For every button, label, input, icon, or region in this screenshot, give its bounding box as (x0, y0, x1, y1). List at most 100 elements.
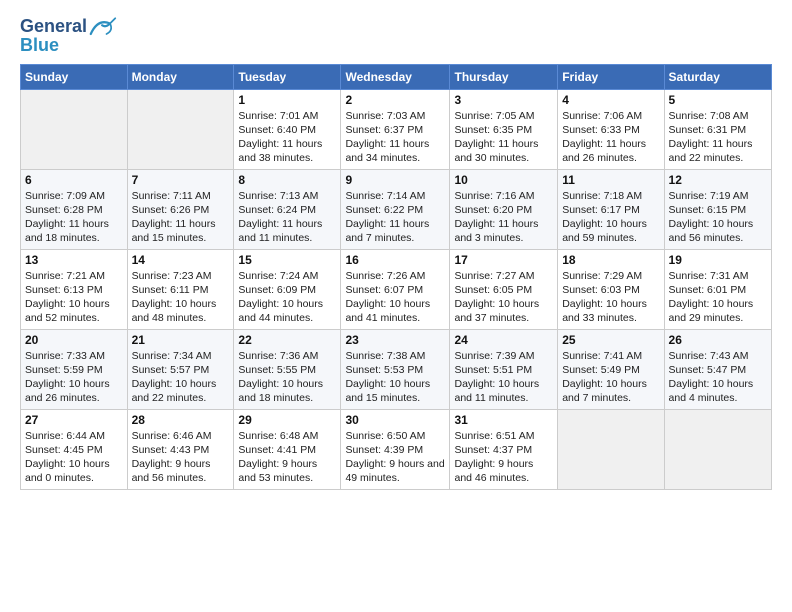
calendar-cell: 7 Sunrise: 7:11 AM Sunset: 6:26 PM Daylig… (127, 169, 234, 249)
day-info: Sunrise: 7:09 AM Sunset: 6:28 PM Dayligh… (25, 189, 123, 246)
day-number: 13 (25, 253, 123, 267)
calendar-cell: 28Sunrise: 6:46 AM Sunset: 4:43 PM Dayli… (127, 409, 234, 489)
calendar-cell: 25Sunrise: 7:41 AM Sunset: 5:49 PM Dayli… (558, 329, 664, 409)
day-number: 19 (669, 253, 767, 267)
day-number: 15 (238, 253, 336, 267)
calendar-cell: 4 Sunrise: 7:06 AM Sunset: 6:33 PM Daylig… (558, 89, 664, 169)
day-info: Sunrise: 7:33 AM Sunset: 5:59 PM Dayligh… (25, 349, 123, 406)
calendar-day-header: Friday (558, 64, 664, 89)
day-info: Sunrise: 7:13 AM Sunset: 6:24 PM Dayligh… (238, 189, 336, 246)
day-number: 22 (238, 333, 336, 347)
day-info: Sunrise: 7:36 AM Sunset: 5:55 PM Dayligh… (238, 349, 336, 406)
day-info: Sunrise: 6:46 AM Sunset: 4:43 PM Dayligh… (132, 429, 230, 486)
day-number: 30 (345, 413, 445, 427)
page: General Blue SundayMondayTuesdayWednesda… (0, 0, 792, 500)
day-number: 27 (25, 413, 123, 427)
calendar-cell: 3 Sunrise: 7:05 AM Sunset: 6:35 PM Daylig… (450, 89, 558, 169)
day-info: Sunrise: 7:38 AM Sunset: 5:53 PM Dayligh… (345, 349, 445, 406)
logo-bird-icon (89, 16, 117, 38)
calendar-cell: 2 Sunrise: 7:03 AM Sunset: 6:37 PM Daylig… (341, 89, 450, 169)
calendar-cell: 17Sunrise: 7:27 AM Sunset: 6:05 PM Dayli… (450, 249, 558, 329)
day-number: 20 (25, 333, 123, 347)
day-info: Sunrise: 7:01 AM Sunset: 6:40 PM Dayligh… (238, 109, 336, 166)
calendar-cell: 23 Sunrise: 7:38 AM Sunset: 5:53 PM Dayli… (341, 329, 450, 409)
calendar-cell: 22 Sunrise: 7:36 AM Sunset: 5:55 PM Dayli… (234, 329, 341, 409)
day-info: Sunrise: 7:03 AM Sunset: 6:37 PM Dayligh… (345, 109, 445, 166)
logo-general: General (20, 17, 87, 37)
day-info: Sunrise: 7:31 AM Sunset: 6:01 PM Dayligh… (669, 269, 767, 326)
day-number: 8 (238, 173, 336, 187)
calendar-week-row: 1 Sunrise: 7:01 AM Sunset: 6:40 PM Daylig… (21, 89, 772, 169)
day-info: Sunrise: 7:18 AM Sunset: 6:17 PM Dayligh… (562, 189, 659, 246)
day-info: Sunrise: 6:50 AM Sunset: 4:39 PM Dayligh… (345, 429, 445, 486)
calendar-day-header: Monday (127, 64, 234, 89)
calendar-cell: 26Sunrise: 7:43 AM Sunset: 5:47 PM Dayli… (664, 329, 771, 409)
day-info: Sunrise: 7:24 AM Sunset: 6:09 PM Dayligh… (238, 269, 336, 326)
day-info: Sunrise: 7:39 AM Sunset: 5:51 PM Dayligh… (454, 349, 553, 406)
calendar-cell: 5Sunrise: 7:08 AM Sunset: 6:31 PM Daylig… (664, 89, 771, 169)
logo: General Blue (20, 16, 117, 56)
day-number: 11 (562, 173, 659, 187)
calendar-cell: 13 Sunrise: 7:21 AM Sunset: 6:13 PM Dayli… (21, 249, 128, 329)
calendar-cell: 9Sunrise: 7:14 AM Sunset: 6:22 PM Daylig… (341, 169, 450, 249)
calendar-cell: 21 Sunrise: 7:34 AM Sunset: 5:57 PM Dayli… (127, 329, 234, 409)
day-info: Sunrise: 7:29 AM Sunset: 6:03 PM Dayligh… (562, 269, 659, 326)
day-info: Sunrise: 7:06 AM Sunset: 6:33 PM Dayligh… (562, 109, 659, 166)
day-number: 18 (562, 253, 659, 267)
calendar-day-header: Thursday (450, 64, 558, 89)
calendar-cell: 10 Sunrise: 7:16 AM Sunset: 6:20 PM Dayli… (450, 169, 558, 249)
day-number: 24 (454, 333, 553, 347)
day-number: 14 (132, 253, 230, 267)
calendar-cell: 24 Sunrise: 7:39 AM Sunset: 5:51 PM Dayli… (450, 329, 558, 409)
day-number: 12 (669, 173, 767, 187)
day-info: Sunrise: 7:26 AM Sunset: 6:07 PM Dayligh… (345, 269, 445, 326)
day-number: 4 (562, 93, 659, 107)
day-info: Sunrise: 6:44 AM Sunset: 4:45 PM Dayligh… (25, 429, 123, 486)
calendar-day-header: Wednesday (341, 64, 450, 89)
calendar-cell (21, 89, 128, 169)
day-number: 10 (454, 173, 553, 187)
calendar-cell: 14Sunrise: 7:23 AM Sunset: 6:11 PM Dayli… (127, 249, 234, 329)
day-info: Sunrise: 7:19 AM Sunset: 6:15 PM Dayligh… (669, 189, 767, 246)
calendar-cell: 6Sunrise: 7:09 AM Sunset: 6:28 PM Daylig… (21, 169, 128, 249)
calendar-week-row: 27 Sunrise: 6:44 AM Sunset: 4:45 PM Dayli… (21, 409, 772, 489)
day-number: 1 (238, 93, 336, 107)
header: General Blue (20, 16, 772, 56)
day-info: Sunrise: 7:21 AM Sunset: 6:13 PM Dayligh… (25, 269, 123, 326)
logo-blue: Blue (20, 36, 59, 56)
day-number: 31 (454, 413, 553, 427)
day-number: 3 (454, 93, 553, 107)
calendar-cell: 19 Sunrise: 7:31 AM Sunset: 6:01 PM Dayli… (664, 249, 771, 329)
day-number: 21 (132, 333, 230, 347)
calendar-day-header: Saturday (664, 64, 771, 89)
day-info: Sunrise: 7:16 AM Sunset: 6:20 PM Dayligh… (454, 189, 553, 246)
calendar-cell (558, 409, 664, 489)
calendar-cell: 16Sunrise: 7:26 AM Sunset: 6:07 PM Dayli… (341, 249, 450, 329)
day-info: Sunrise: 7:05 AM Sunset: 6:35 PM Dayligh… (454, 109, 553, 166)
calendar-cell: 31 Sunrise: 6:51 AM Sunset: 4:37 PM Dayli… (450, 409, 558, 489)
calendar-cell: 12 Sunrise: 7:19 AM Sunset: 6:15 PM Dayli… (664, 169, 771, 249)
day-number: 2 (345, 93, 445, 107)
day-number: 7 (132, 173, 230, 187)
calendar-week-row: 6Sunrise: 7:09 AM Sunset: 6:28 PM Daylig… (21, 169, 772, 249)
calendar-cell: 11 Sunrise: 7:18 AM Sunset: 6:17 PM Dayli… (558, 169, 664, 249)
day-info: Sunrise: 7:11 AM Sunset: 6:26 PM Dayligh… (132, 189, 230, 246)
calendar-cell (664, 409, 771, 489)
calendar-cell: 15 Sunrise: 7:24 AM Sunset: 6:09 PM Dayli… (234, 249, 341, 329)
day-number: 23 (345, 333, 445, 347)
calendar-table: SundayMondayTuesdayWednesdayThursdayFrid… (20, 64, 772, 490)
calendar-cell (127, 89, 234, 169)
calendar-cell: 1 Sunrise: 7:01 AM Sunset: 6:40 PM Daylig… (234, 89, 341, 169)
day-info: Sunrise: 7:08 AM Sunset: 6:31 PM Dayligh… (669, 109, 767, 166)
calendar-cell: 27 Sunrise: 6:44 AM Sunset: 4:45 PM Dayli… (21, 409, 128, 489)
calendar-day-header: Sunday (21, 64, 128, 89)
day-info: Sunrise: 6:51 AM Sunset: 4:37 PM Dayligh… (454, 429, 553, 486)
day-info: Sunrise: 7:41 AM Sunset: 5:49 PM Dayligh… (562, 349, 659, 406)
calendar-cell: 8 Sunrise: 7:13 AM Sunset: 6:24 PM Daylig… (234, 169, 341, 249)
day-number: 17 (454, 253, 553, 267)
day-info: Sunrise: 7:34 AM Sunset: 5:57 PM Dayligh… (132, 349, 230, 406)
day-info: Sunrise: 6:48 AM Sunset: 4:41 PM Dayligh… (238, 429, 336, 486)
calendar-day-header: Tuesday (234, 64, 341, 89)
calendar-cell: 20 Sunrise: 7:33 AM Sunset: 5:59 PM Dayli… (21, 329, 128, 409)
day-info: Sunrise: 7:14 AM Sunset: 6:22 PM Dayligh… (345, 189, 445, 246)
